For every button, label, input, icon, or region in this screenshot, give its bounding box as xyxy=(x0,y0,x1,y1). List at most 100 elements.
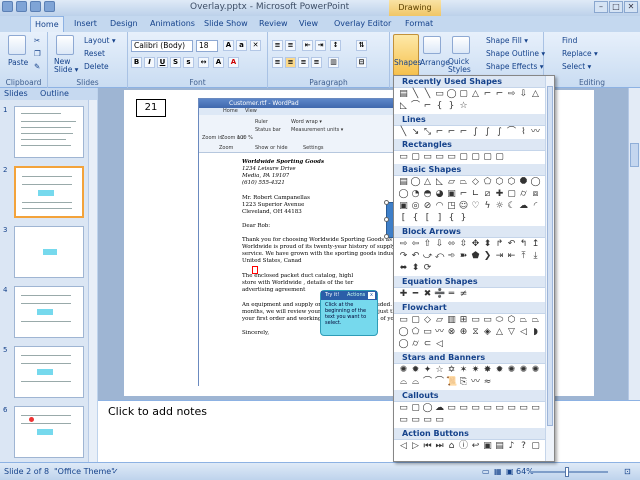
right-bracket-icon[interactable]: ] xyxy=(434,213,445,225)
bracket-icon[interactable]: ⌐ xyxy=(422,101,433,113)
pentagon-arrow-icon[interactable]: ⬟ xyxy=(470,251,481,263)
font-size-combo[interactable]: 18 xyxy=(196,40,218,52)
star-8-icon[interactable]: ✷ xyxy=(470,365,481,377)
arrange-button[interactable]: Arrange xyxy=(420,58,450,67)
paste-button[interactable]: Paste xyxy=(8,58,28,67)
freeform-icon[interactable]: ⌇ xyxy=(518,127,529,139)
line-callout-icon[interactable]: ▭ xyxy=(494,403,505,415)
pie-icon[interactable]: ◔ xyxy=(410,189,421,201)
line-spacing-icon[interactable]: ↕ xyxy=(330,40,341,51)
columns-icon[interactable]: ▥ xyxy=(328,57,339,68)
line-icon[interactable]: ╲ xyxy=(398,127,409,139)
document-button-icon[interactable]: ▤ xyxy=(494,441,505,453)
curved-ribbon-icon[interactable]: ⌒ xyxy=(422,377,433,389)
document-icon[interactable]: ▭ xyxy=(470,315,481,327)
reset-button[interactable]: Reset xyxy=(84,49,105,58)
left-right-arrow-icon[interactable]: ⬄ xyxy=(446,239,457,251)
multidocument-icon[interactable]: ▭ xyxy=(482,315,493,327)
star-icon[interactable]: ☆ xyxy=(458,101,469,113)
terminator-icon[interactable]: ⬭ xyxy=(494,315,505,327)
save-icon[interactable] xyxy=(16,1,27,12)
brace-icon[interactable]: } xyxy=(446,101,457,113)
parallelogram-icon[interactable]: ▱ xyxy=(446,177,457,189)
preparation-icon[interactable]: ⬡ xyxy=(506,315,517,327)
manual-input-icon[interactable]: ⏢ xyxy=(518,315,529,327)
shadow-icon[interactable]: s xyxy=(183,57,194,68)
double-arrow-line-icon[interactable]: ⤡ xyxy=(422,127,433,139)
star-5-icon[interactable]: ☆ xyxy=(434,365,445,377)
brace-icon[interactable]: { xyxy=(434,101,445,113)
italic-icon[interactable]: I xyxy=(144,57,155,68)
thumbnail-image[interactable] xyxy=(14,346,84,398)
movie-button-icon[interactable]: ▣ xyxy=(482,441,493,453)
tab-home[interactable]: Home xyxy=(30,16,64,32)
fit-slide-icon[interactable]: ⊡ xyxy=(624,467,631,476)
rectangle-icon[interactable]: ▭ xyxy=(434,89,445,101)
paste-icon[interactable] xyxy=(8,35,26,55)
line-callout-icon[interactable]: ▭ xyxy=(446,403,457,415)
line-callout-icon[interactable]: ▭ xyxy=(422,415,433,427)
clear-formatting-icon[interactable]: ✕ xyxy=(250,40,261,51)
callout-arrow-icon[interactable]: ⤓ xyxy=(530,251,541,263)
donut-icon[interactable]: ◎ xyxy=(410,201,421,213)
grow-font-icon[interactable]: A xyxy=(223,40,234,51)
punched-tape-icon[interactable]: 〰 xyxy=(434,327,445,339)
plus-icon[interactable]: ✚ xyxy=(398,289,409,301)
line-icon[interactable]: ╲ xyxy=(410,89,421,101)
double-wave-icon[interactable]: ≈ xyxy=(482,377,493,389)
line-icon[interactable]: ╲ xyxy=(422,89,433,101)
multiply-icon[interactable]: ✖ xyxy=(422,289,433,301)
curved-connector-icon[interactable]: ∫ xyxy=(482,127,493,139)
cloud-icon[interactable]: ☁ xyxy=(518,201,529,213)
teardrop-icon[interactable]: ◕ xyxy=(434,189,445,201)
arrow-line-icon[interactable]: ↘ xyxy=(410,127,421,139)
office-button-icon[interactable] xyxy=(2,1,13,12)
star-24-icon[interactable]: ✺ xyxy=(518,365,529,377)
scroll-thumb[interactable] xyxy=(630,143,639,167)
line-callout-icon[interactable]: ▭ xyxy=(410,415,421,427)
smiley-icon[interactable]: ☺ xyxy=(458,201,469,213)
heart-icon[interactable]: ♡ xyxy=(470,201,481,213)
decrease-indent-icon[interactable]: ⇤ xyxy=(302,40,313,51)
line-callout-icon[interactable]: ▭ xyxy=(458,403,469,415)
cube-icon[interactable]: ⧈ xyxy=(530,189,541,201)
line-callout-icon[interactable]: ▭ xyxy=(398,415,409,427)
heptagon-icon[interactable]: ⬡ xyxy=(506,177,517,189)
bent-arrow-icon[interactable]: ↱ xyxy=(494,239,505,251)
direct-storage-icon[interactable]: ⊂ xyxy=(422,339,433,351)
custom-button-icon[interactable]: ▢ xyxy=(530,441,541,453)
rectangle-icon[interactable]: ▭ xyxy=(398,152,409,164)
tab-overlay-editor[interactable]: Overlay Editor xyxy=(330,16,395,32)
beginning-button-icon[interactable]: ⏮ xyxy=(422,441,433,453)
curved-connector-icon[interactable]: ∫ xyxy=(470,127,481,139)
brace-pair-icon[interactable]: { xyxy=(410,213,421,225)
information-button-icon[interactable]: ⓘ xyxy=(458,441,469,453)
try-it-close-icon[interactable]: x xyxy=(368,292,375,299)
curved-connector-icon[interactable]: ∫ xyxy=(494,127,505,139)
main-scrollbar[interactable] xyxy=(628,88,640,400)
slide-thumbnail[interactable]: 5 xyxy=(0,346,97,404)
align-center-icon[interactable]: ≡ xyxy=(285,57,296,68)
arc-icon[interactable]: ◜ xyxy=(530,201,541,213)
up-down-arrow-icon[interactable]: ⇳ xyxy=(458,239,469,251)
round-rect-icon[interactable]: ▢ xyxy=(470,152,481,164)
vertical-scroll-icon[interactable]: 📜 xyxy=(446,377,457,389)
line-callout-icon[interactable]: ▭ xyxy=(470,403,481,415)
resize-handle[interactable] xyxy=(384,217,389,222)
end-button-icon[interactable]: ⏭ xyxy=(434,441,445,453)
left-up-arrow-icon[interactable]: ↰ xyxy=(518,239,529,251)
round-rect-icon[interactable]: ▢ xyxy=(494,152,505,164)
manual-operation-icon[interactable]: ⏢ xyxy=(530,315,541,327)
left-arrow-icon[interactable]: ⇦ xyxy=(410,239,421,251)
text-box-icon[interactable]: ▤ xyxy=(398,89,409,101)
format-painter-icon[interactable]: ✎ xyxy=(34,62,40,71)
collate-icon[interactable]: ⧖ xyxy=(470,327,481,339)
curved-arrow-icon[interactable]: ↶ xyxy=(410,251,421,263)
triangle-icon[interactable]: △ xyxy=(470,89,481,101)
snip-rect-icon[interactable]: ▭ xyxy=(446,152,457,164)
shape-outline-button[interactable]: Shape Outline ▾ xyxy=(486,49,545,58)
return-button-icon[interactable]: ↩ xyxy=(470,441,481,453)
star-12-icon[interactable]: ✹ xyxy=(494,365,505,377)
ribbon-icon[interactable]: ⌓ xyxy=(410,377,421,389)
resize-handle[interactable] xyxy=(384,234,389,239)
